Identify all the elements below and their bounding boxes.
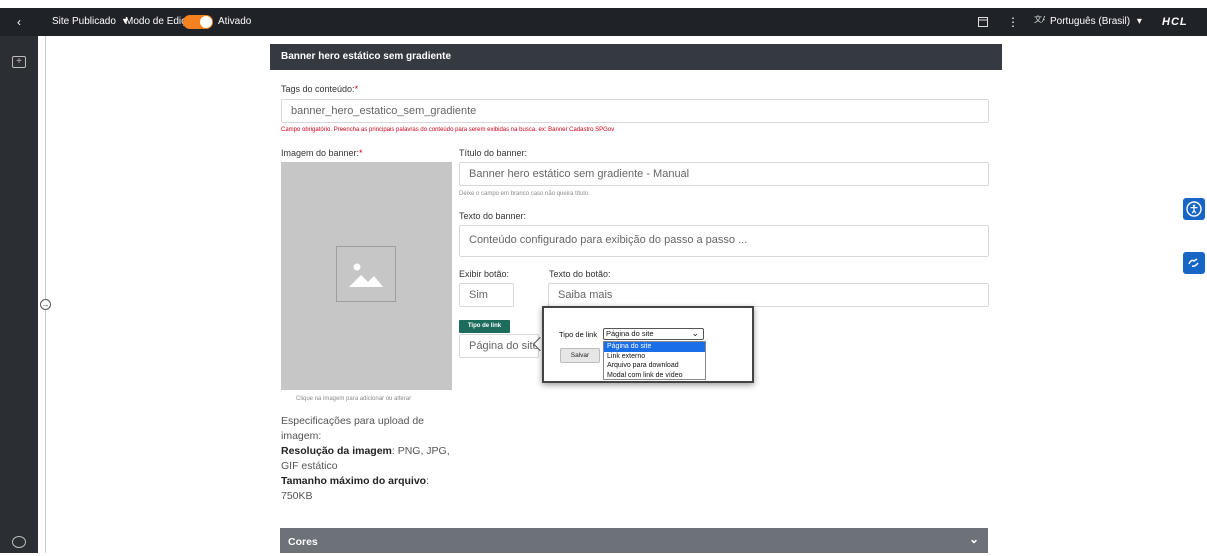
globe-icon[interactable] <box>12 536 26 548</box>
spec-intro: Especificações para upload de imagem: <box>281 415 425 442</box>
link-type-option[interactable]: Página do site <box>604 342 705 352</box>
edit-mode-toggle[interactable] <box>183 15 213 29</box>
language-label: Português (Brasil) <box>1050 16 1131 27</box>
link-type-options: Página do site Link externo Arquivo para… <box>603 341 706 380</box>
image-hint: Clique na imagem para adicionar ou alter… <box>296 396 412 402</box>
chevron-down-icon: ▾ <box>1136 16 1142 27</box>
colors-section-title: Cores <box>288 536 318 548</box>
upload-specs: Especificações para upload de imagem: Re… <box>281 414 461 504</box>
save-button[interactable]: Salvar <box>560 348 600 363</box>
left-rail: + <box>0 36 38 553</box>
sign-language-icon[interactable] <box>1183 252 1205 274</box>
spec-resolution-label: Resolução da imagem <box>281 445 392 457</box>
rail-divider <box>45 36 46 553</box>
chevron-down-icon: ⌄ <box>691 328 699 338</box>
site-status-dropdown[interactable]: Site Publicado ▾ <box>52 8 128 36</box>
required-mark: * <box>354 84 359 94</box>
spec-size-label: Tamanho máximo do arquivo <box>281 475 427 487</box>
top-toolbar: ‹ Site Publicado ▾ Modo de Edição: Ativa… <box>0 8 1207 36</box>
show-button-select[interactable]: Sim <box>459 283 514 307</box>
title-label: Título do banner: <box>459 148 528 158</box>
language-dropdown[interactable]: Português (Brasil) ▾ <box>1050 8 1142 36</box>
spec-size: Tamanho máximo do arquivo: <box>281 474 461 489</box>
top-strip <box>0 0 1207 8</box>
link-type-select[interactable]: Página do site ⌄ <box>603 328 704 340</box>
add-panel-icon[interactable]: + <box>12 56 26 68</box>
image-label: Imagem do banner:* <box>281 148 363 158</box>
image-icon <box>336 246 396 302</box>
image-label-text: Imagem do banner: <box>281 148 360 158</box>
spec-size-amount: 750KB <box>281 490 313 502</box>
site-status-label: Site Publicado <box>52 16 116 27</box>
link-type-field[interactable]: Página do site <box>459 334 539 358</box>
link-type-option[interactable]: Link externo <box>604 352 705 362</box>
colors-section-header[interactable]: Cores ⌄ <box>280 528 988 553</box>
back-icon[interactable]: ‹ <box>17 8 21 36</box>
button-text-input[interactable]: Saiba mais <box>548 283 989 307</box>
spec-size-colon: : <box>426 475 429 487</box>
title-input[interactable]: Banner hero estático sem gradiente - Man… <box>459 162 989 186</box>
tags-label: Tags do conteúdo:* <box>281 84 358 94</box>
link-type-badge: Tipo de link <box>459 320 510 333</box>
spec-resolution: Resolução da imagem: PNG, JPG, GIF estát… <box>281 444 461 474</box>
edit-mode-status: Ativado <box>218 16 252 27</box>
tags-input[interactable]: banner_hero_estatico_sem_gradiente <box>281 99 989 123</box>
link-type-option[interactable]: Arquivo para download <box>604 361 705 371</box>
required-mark: * <box>359 148 363 158</box>
popup-field-label: Tipo de link <box>559 330 598 339</box>
hcl-logo: HCL <box>1162 16 1188 28</box>
more-options-icon[interactable]: ⋮ <box>1007 8 1019 36</box>
expand-arrow-icon[interactable]: → <box>40 299 51 310</box>
layout-icon[interactable] <box>978 8 990 36</box>
text-input[interactable]: Conteúdo configurado para exibição do pa… <box>459 225 989 257</box>
text-label: Texto do banner: <box>459 211 527 221</box>
title-hint: Deixe o campo em branco caso não queira … <box>459 191 590 197</box>
panel-title: Banner hero estático sem gradiente <box>270 44 1002 70</box>
link-type-selected: Página do site <box>606 329 654 338</box>
link-type-option[interactable]: Modal com link de vídeo <box>604 371 705 381</box>
tags-label-text: Tags do conteúdo: <box>281 84 355 94</box>
translate-icon: 文A <box>1034 8 1048 36</box>
tags-error: Campo obrigatório. Preencha as principai… <box>281 127 615 133</box>
accessibility-icon[interactable] <box>1183 198 1205 220</box>
button-text-label: Texto do botão: <box>549 269 611 279</box>
chevron-down-icon: ⌄ <box>968 532 979 546</box>
show-button-label: Exibir botão: <box>459 269 510 279</box>
svg-text:文A: 文A <box>1034 14 1045 24</box>
